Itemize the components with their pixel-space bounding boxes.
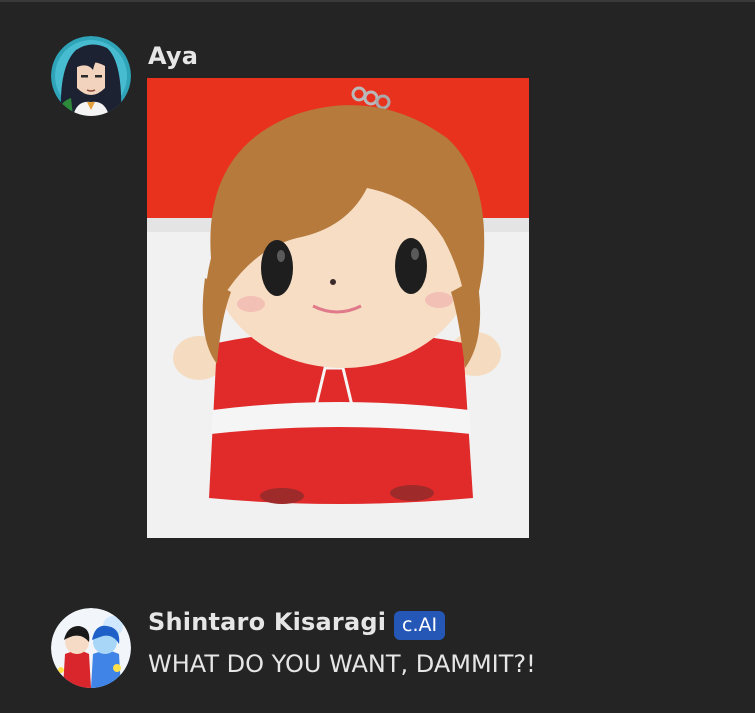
avatar-shintaro-icon[interactable] bbox=[51, 608, 131, 688]
ai-badge: c.AI bbox=[394, 611, 446, 640]
author-name[interactable]: Aya bbox=[148, 42, 198, 70]
avatar-aya-icon[interactable] bbox=[51, 36, 131, 116]
chat-window: Aya Shintaro Kisaragi c.AI WHAT DO YOU W… bbox=[0, 0, 755, 713]
plush-doll-image[interactable] bbox=[147, 78, 529, 538]
message-text: WHAT DO YOU WANT, DAMMIT?! bbox=[148, 650, 536, 678]
author-name[interactable]: Shintaro Kisaragi bbox=[148, 608, 386, 636]
